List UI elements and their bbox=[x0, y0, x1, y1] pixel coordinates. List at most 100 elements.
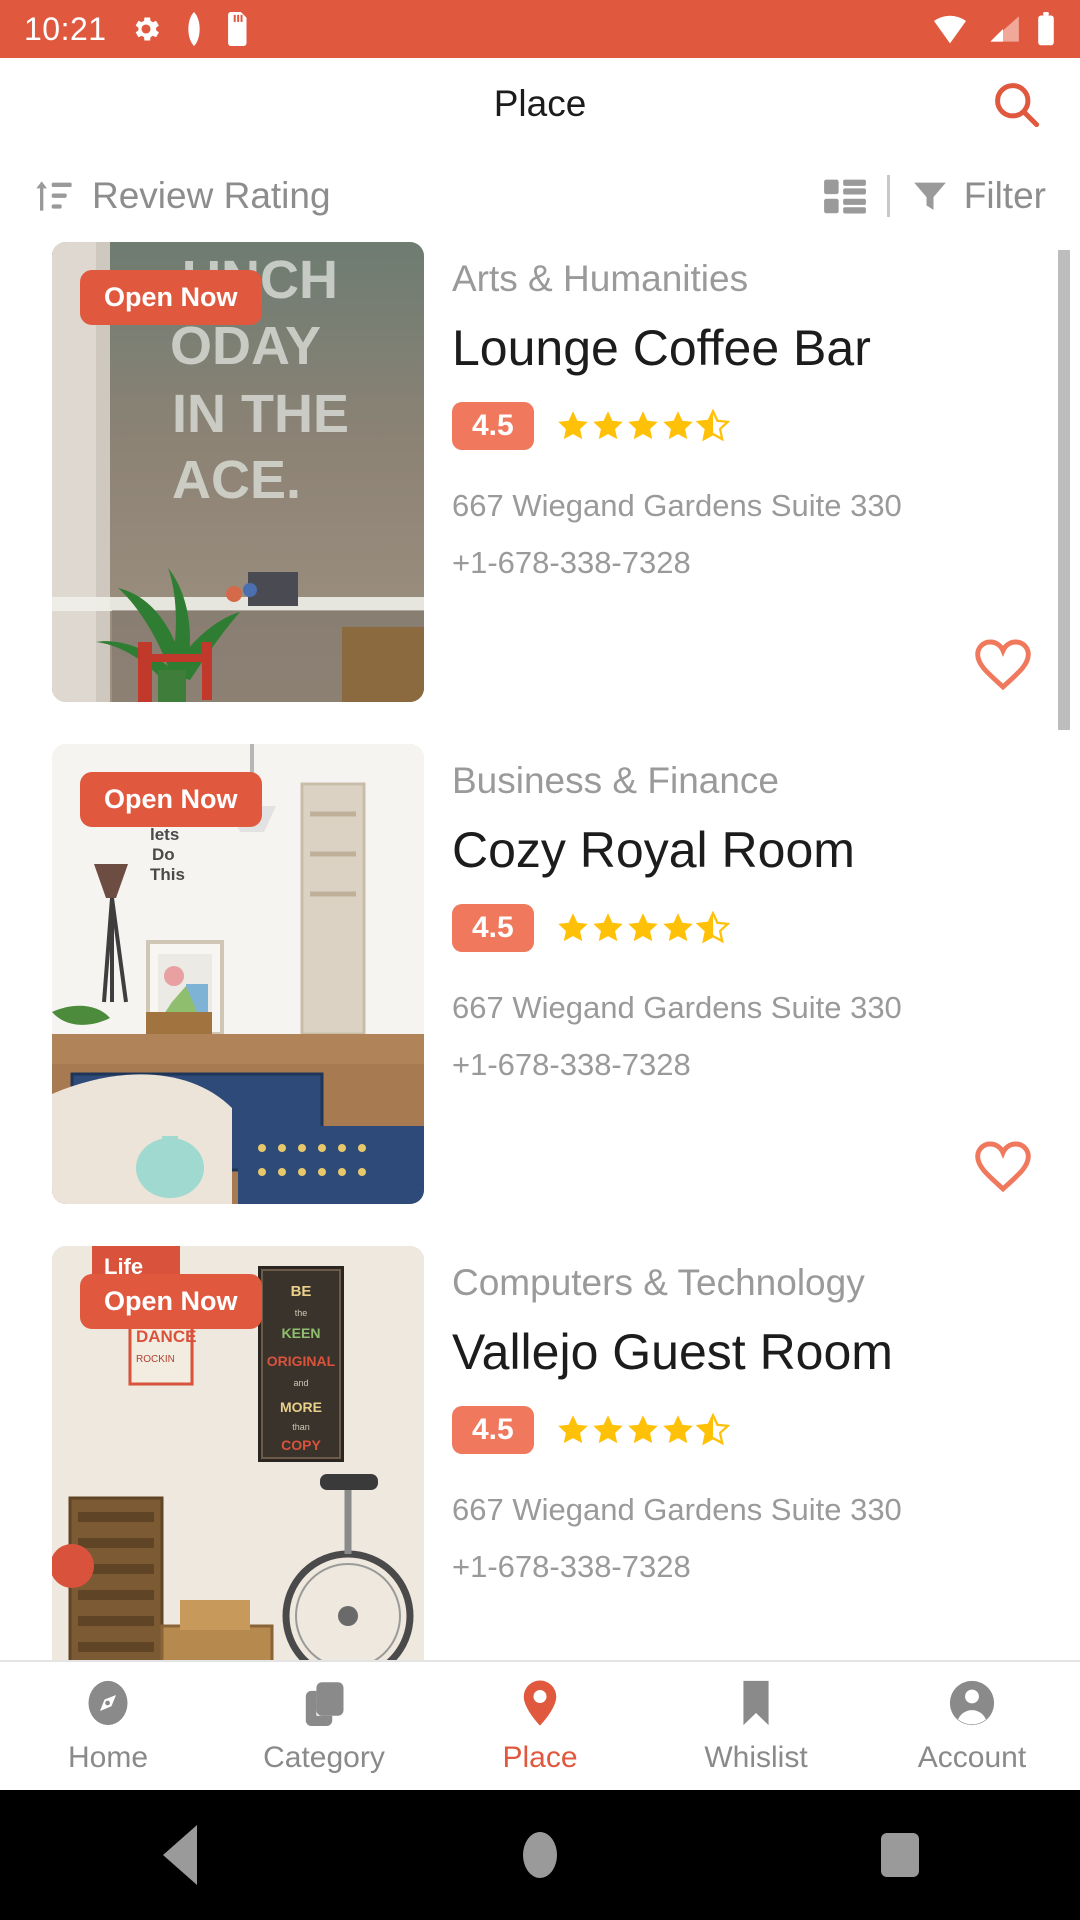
nav-item-place[interactable]: Place bbox=[432, 1677, 648, 1775]
status-bar-clock: 10:21 bbox=[24, 10, 107, 47]
places-list: UNCH ODAY IN THE ACE. bbox=[0, 242, 1080, 1660]
place-phone[interactable]: +1-678-338-7328 bbox=[452, 1545, 1080, 1590]
nav-item-whislist[interactable]: Whislist bbox=[648, 1677, 864, 1775]
star-filled-icon bbox=[627, 1415, 658, 1444]
bookmark-icon bbox=[743, 1680, 769, 1726]
view-toggle-button[interactable] bbox=[823, 176, 867, 216]
svg-text:DANCE: DANCE bbox=[136, 1327, 196, 1346]
filter-label: Filter bbox=[963, 175, 1046, 216]
android-recents-button[interactable] bbox=[720, 1833, 1080, 1877]
svg-text:COPY: COPY bbox=[281, 1437, 321, 1453]
place-rating-row: 4.5 bbox=[452, 1406, 1080, 1455]
svg-text:MORE: MORE bbox=[280, 1399, 322, 1415]
bottom-navigation: Home Category Place Whislist Account bbox=[0, 1660, 1080, 1790]
sort-ascending-icon bbox=[36, 181, 72, 211]
svg-text:BE: BE bbox=[291, 1283, 312, 1300]
place-phone[interactable]: +1-678-338-7328 bbox=[452, 541, 1080, 586]
nav-label-whislist: Whislist bbox=[704, 1741, 808, 1774]
status-bar: 10:21 bbox=[0, 0, 1080, 58]
cellular-signal-icon bbox=[990, 16, 1019, 42]
star-rating bbox=[556, 409, 730, 443]
place-category: Business & Finance bbox=[452, 760, 780, 801]
battery-icon bbox=[1038, 12, 1054, 46]
place-name: Vallejo Guest Room bbox=[452, 1324, 893, 1381]
star-filled-icon bbox=[557, 913, 588, 942]
wifi-icon bbox=[934, 15, 966, 44]
place-address: 667 Wiegand Gardens Suite 330 bbox=[452, 488, 902, 524]
places-list-container[interactable]: UNCH ODAY IN THE ACE. bbox=[0, 242, 1080, 1660]
favorite-button[interactable] bbox=[972, 634, 1034, 696]
place-thumbnail[interactable]: lets Do This Open Now bbox=[52, 744, 424, 1204]
heart-outline-icon bbox=[975, 1141, 1031, 1193]
place-rating-row: 4.5 bbox=[452, 402, 1080, 451]
star-filled-icon bbox=[627, 411, 658, 440]
place-name: Lounge Coffee Bar bbox=[452, 320, 871, 377]
star-filled-icon bbox=[662, 1415, 693, 1444]
sort-bar-right-controls: Filter bbox=[823, 175, 1046, 217]
filter-button[interactable]: Filter bbox=[910, 175, 1046, 217]
place-card[interactable]: Life ULTIMATE DANCE ROCKIN BE the KEEN O… bbox=[0, 1246, 1080, 1660]
svg-text:and: and bbox=[293, 1378, 308, 1388]
place-address: 667 Wiegand Gardens Suite 330 bbox=[452, 1492, 902, 1528]
star-filled-icon bbox=[592, 1415, 623, 1444]
page-title: Place bbox=[493, 83, 587, 124]
nav-label-home: Home bbox=[67, 1741, 149, 1774]
star-filled-icon bbox=[557, 411, 588, 440]
sort-button[interactable]: Review Rating bbox=[34, 175, 331, 217]
star-half-icon bbox=[695, 1413, 730, 1446]
svg-text:ODAY: ODAY bbox=[170, 316, 321, 376]
status-bar-right-icons bbox=[930, 12, 1056, 46]
search-button[interactable] bbox=[984, 72, 1048, 136]
star-half-icon bbox=[695, 409, 730, 442]
favorite-button[interactable] bbox=[972, 1136, 1034, 1198]
nav-label-place: Place bbox=[502, 1741, 578, 1774]
toolbar-divider bbox=[886, 175, 890, 217]
android-home-button[interactable] bbox=[360, 1832, 720, 1878]
place-category: Arts & Humanities bbox=[452, 258, 749, 299]
heart-outline-icon bbox=[975, 639, 1031, 691]
nav-item-home[interactable]: Home bbox=[0, 1677, 216, 1775]
scrollbar-thumb[interactable] bbox=[1058, 250, 1070, 730]
star-filled-icon bbox=[662, 411, 693, 440]
gear-icon bbox=[135, 17, 159, 41]
nav-item-account[interactable]: Account bbox=[864, 1677, 1080, 1775]
place-category: Computers & Technology bbox=[452, 1262, 865, 1303]
star-filled-icon bbox=[592, 411, 623, 440]
nav-label-category: Category bbox=[263, 1741, 385, 1774]
place-phone[interactable]: +1-678-338-7328 bbox=[452, 1043, 1080, 1088]
android-back-button[interactable] bbox=[0, 1825, 360, 1885]
nav-label-account: Account bbox=[917, 1741, 1027, 1774]
android-system-navigation bbox=[0, 1790, 1080, 1920]
place-details: Business & Finance Cozy Royal Room 4.5 6… bbox=[424, 744, 1080, 1204]
svg-text:ORIGINAL: ORIGINAL bbox=[267, 1353, 336, 1369]
sort-filter-bar: Review Rating Filter bbox=[0, 150, 1080, 242]
map-pin-icon bbox=[523, 1680, 557, 1726]
place-details: Computers & Technology Vallejo Guest Roo… bbox=[424, 1246, 1080, 1660]
open-now-badge: Open Now bbox=[80, 1274, 262, 1329]
back-triangle-icon bbox=[163, 1825, 197, 1885]
place-card[interactable]: UNCH ODAY IN THE ACE. bbox=[0, 242, 1080, 702]
open-now-badge: Open Now bbox=[80, 270, 262, 325]
svg-text:This: This bbox=[150, 865, 185, 884]
svg-text:than: than bbox=[292, 1422, 310, 1432]
shield-icon bbox=[187, 12, 200, 46]
app-screen: 10:21 Place Review Rating Filter ODAY IN… bbox=[0, 0, 1080, 1920]
sort-label: Review Rating bbox=[92, 175, 331, 216]
svg-text:lets: lets bbox=[150, 825, 179, 844]
place-thumbnail[interactable]: Life ULTIMATE DANCE ROCKIN BE the KEEN O… bbox=[52, 1246, 424, 1660]
star-rating bbox=[556, 911, 730, 945]
svg-text:KEEN: KEEN bbox=[282, 1325, 321, 1341]
star-filled-icon bbox=[627, 913, 658, 942]
star-rating bbox=[556, 1413, 730, 1447]
layers-icon bbox=[305, 1682, 344, 1726]
nav-item-category[interactable]: Category bbox=[216, 1677, 432, 1775]
place-thumbnail[interactable]: UNCH ODAY IN THE ACE. bbox=[52, 242, 424, 702]
svg-text:the: the bbox=[295, 1308, 308, 1318]
star-filled-icon bbox=[592, 913, 623, 942]
place-details: Arts & Humanities Lounge Coffee Bar 4.5 … bbox=[424, 242, 1080, 702]
place-card[interactable]: lets Do This Open Now Business & Finance… bbox=[0, 744, 1080, 1204]
svg-text:ROCKIN: ROCKIN bbox=[136, 1354, 175, 1365]
status-bar-left-icons bbox=[129, 12, 251, 46]
person-icon bbox=[949, 1680, 995, 1726]
place-address: 667 Wiegand Gardens Suite 330 bbox=[452, 990, 902, 1026]
